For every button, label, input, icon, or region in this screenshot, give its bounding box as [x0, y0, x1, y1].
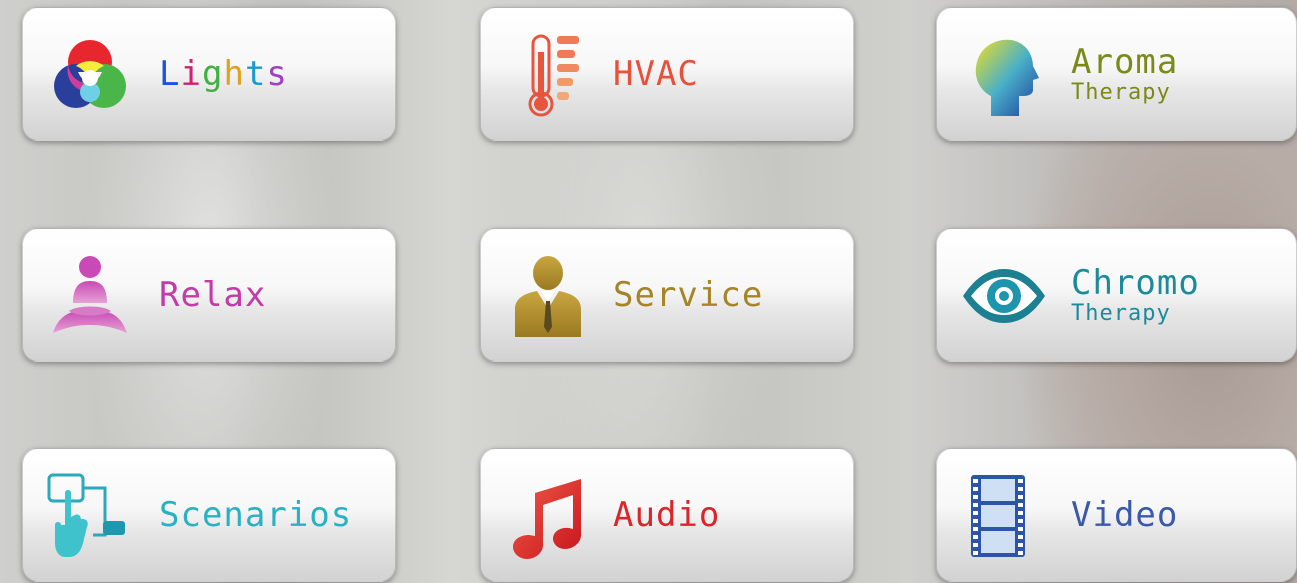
lights-button[interactable]: Lights	[22, 7, 396, 141]
aroma-therapy-button[interactable]: Aroma Therapy	[936, 7, 1297, 141]
film-strip-icon	[961, 473, 1047, 559]
scenarios-button[interactable]: Scenarios	[22, 448, 396, 582]
audio-button[interactable]: Audio	[480, 448, 854, 582]
lights-label: Lights	[159, 54, 288, 94]
rgb-circles-icon	[47, 32, 133, 118]
eye-icon	[961, 253, 1047, 339]
thermometer-icon	[505, 32, 591, 118]
video-button[interactable]: Video	[936, 448, 1297, 582]
meditation-icon	[47, 253, 133, 339]
aroma-label: Aroma	[1071, 42, 1179, 82]
hvac-label: HVAC	[613, 54, 699, 94]
aroma-sublabel: Therapy	[1071, 80, 1171, 105]
relax-label: Relax	[159, 275, 267, 315]
hvac-button[interactable]: HVAC	[480, 7, 854, 141]
audio-label: Audio	[613, 495, 721, 535]
video-label: Video	[1071, 495, 1179, 535]
music-note-icon	[505, 473, 591, 559]
chromo-therapy-button[interactable]: Chromo Therapy	[936, 228, 1297, 362]
chromo-label: Chromo	[1071, 263, 1200, 303]
waiter-icon	[505, 253, 591, 339]
service-button[interactable]: Service	[480, 228, 854, 362]
service-label: Service	[613, 275, 764, 315]
touch-scenario-icon	[47, 473, 133, 559]
head-profile-icon	[961, 32, 1047, 118]
scenarios-label: Scenarios	[159, 495, 353, 535]
relax-button[interactable]: Relax	[22, 228, 396, 362]
chromo-sublabel: Therapy	[1071, 301, 1171, 326]
